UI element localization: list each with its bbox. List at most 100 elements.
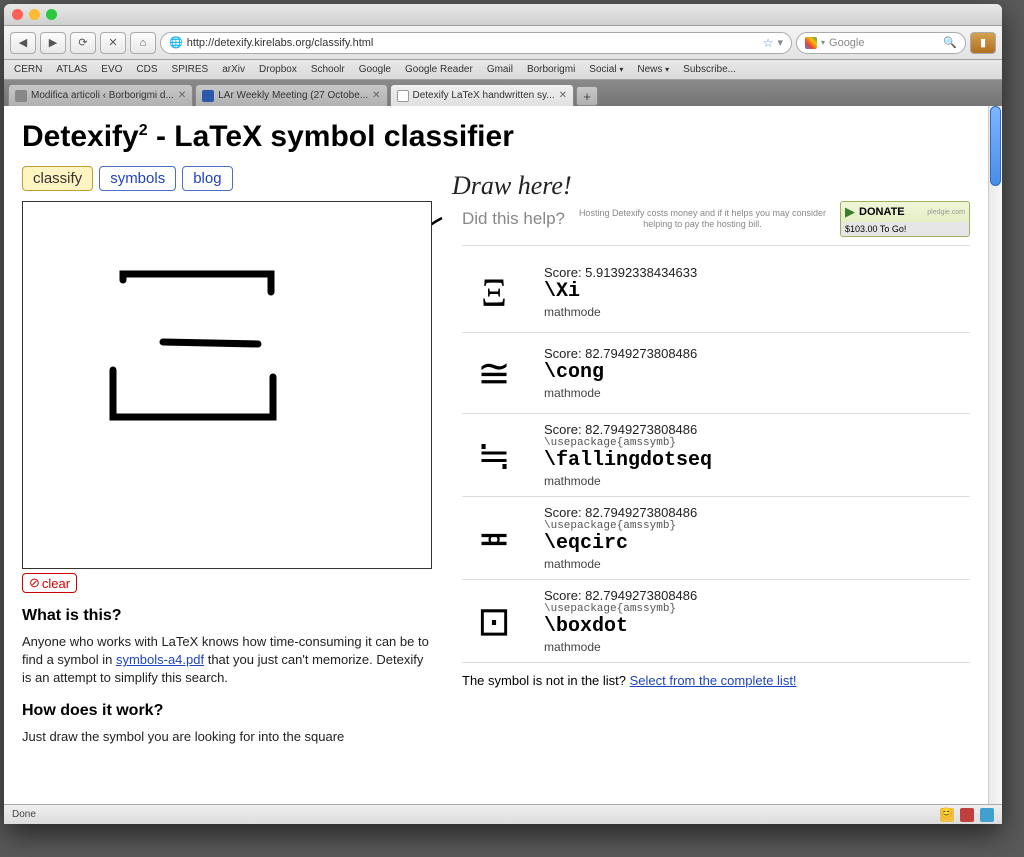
help-description: Hosting Detexify costs money and if it h… [575, 208, 830, 230]
zoom-window-icon[interactable] [46, 9, 57, 20]
bookmark-item[interactable]: Schoolr [311, 64, 345, 75]
result-symbol-icon: ≖ [462, 506, 526, 570]
favicon-icon [202, 90, 214, 102]
browser-tab[interactable]: Modifica articoli ‹ Borborigmi d...✕ [8, 84, 193, 106]
bookmark-star-icon[interactable]: ☆ [763, 36, 774, 50]
not-found-text: The symbol is not in the list? Select fr… [462, 673, 970, 688]
status-icon[interactable] [960, 808, 974, 822]
result-symbol-icon: ≅ [462, 341, 526, 405]
close-tab-icon[interactable]: ✕ [178, 90, 186, 101]
tab-classify[interactable]: classify [22, 166, 93, 191]
reload-button[interactable]: ⟳ [70, 32, 96, 54]
minimize-window-icon[interactable] [29, 9, 40, 20]
tab-bar: Modifica articoli ‹ Borborigmi d...✕ LAr… [4, 80, 1002, 106]
tab-blog[interactable]: blog [182, 166, 232, 191]
clear-icon: ⊘ [29, 575, 40, 591]
what-heading: What is this? [22, 607, 432, 625]
bookmark-item[interactable]: ATLAS [56, 64, 87, 75]
scrollbar-thumb[interactable] [990, 106, 1001, 186]
dropdown-icon[interactable]: ▾ [777, 36, 783, 49]
result-package: \usepackage{amssymb} [544, 603, 970, 615]
bookmark-item[interactable]: arXiv [222, 64, 245, 75]
drawing-canvas[interactable] [22, 201, 432, 569]
result-score: Score: 82.7949273808486 [544, 505, 970, 520]
scrollbar[interactable] [988, 106, 1002, 804]
result-mode: mathmode [544, 386, 970, 400]
result-score: Score: 82.7949273808486 [544, 422, 970, 437]
what-text: Anyone who works with LaTeX knows how ti… [22, 633, 432, 688]
result-command: \fallingdotseq [544, 449, 970, 472]
close-tab-icon[interactable]: ✕ [372, 90, 380, 101]
home-button[interactable]: ⌂ [130, 32, 156, 54]
bookmark-item[interactable]: Borborigmi [527, 64, 575, 75]
result-score: Score: 82.7949273808486 [544, 346, 970, 361]
result-symbol-icon: ≒ [462, 423, 526, 487]
result-row[interactable]: Ξ Score: 5.91392338434633 \Xi mathmode [462, 252, 970, 333]
library-button[interactable]: ▮ [970, 32, 996, 54]
how-text: Just draw the symbol you are looking for… [22, 728, 432, 746]
status-icon[interactable]: 😊 [940, 808, 954, 822]
status-icon[interactable] [980, 808, 994, 822]
search-dropdown-icon[interactable]: ▾ [821, 38, 825, 47]
did-this-help-label: Did this help? [462, 209, 565, 229]
result-score: Score: 82.7949273808486 [544, 588, 970, 603]
result-score: Score: 5.91392338434633 [544, 265, 970, 280]
close-tab-icon[interactable]: ✕ [559, 90, 567, 101]
bookmark-item[interactable]: News ▾ [637, 64, 669, 75]
browser-tab[interactable]: Detexify LaTeX handwritten sy...✕ [390, 84, 575, 106]
page-content: Detexify2 - LaTeX symbol classifier clas… [4, 106, 988, 804]
clear-button[interactable]: ⊘clear [22, 573, 77, 593]
result-row[interactable]: ⊡ Score: 82.7949273808486 \usepackage{am… [462, 580, 970, 663]
bookmark-item[interactable]: Google Reader [405, 64, 473, 75]
donate-progress: $103.00 To Go! [841, 222, 969, 236]
close-window-icon[interactable] [12, 9, 23, 20]
browser-tab[interactable]: LAr Weekly Meeting (27 Octobe...✕ [195, 84, 387, 106]
url-bar[interactable]: 🌐 http://detexify.kirelabs.org/classify.… [160, 32, 792, 54]
bookmark-item[interactable]: Google [359, 64, 391, 75]
result-package: \usepackage{amssymb} [544, 520, 970, 532]
result-symbol-icon: Ξ [462, 260, 526, 324]
result-row[interactable]: ≅ Score: 82.7949273808486 \cong mathmode [462, 333, 970, 414]
bookmark-item[interactable]: CERN [14, 64, 42, 75]
result-mode: mathmode [544, 640, 970, 654]
bookmark-item[interactable]: Social ▾ [589, 64, 623, 75]
result-row[interactable]: ≒ Score: 82.7949273808486 \usepackage{am… [462, 414, 970, 497]
drawn-symbol [23, 202, 433, 570]
window-titlebar [4, 4, 1002, 26]
search-box[interactable]: ▾ Google 🔍 [796, 32, 966, 54]
result-command: \cong [544, 361, 970, 384]
globe-icon: 🌐 [169, 36, 183, 49]
result-row[interactable]: ≖ Score: 82.7949273808486 \usepackage{am… [462, 497, 970, 580]
bookmark-item[interactable]: SPIRES [172, 64, 209, 75]
page-title: Detexify2 - LaTeX symbol classifier [22, 120, 970, 154]
how-heading: How does it work? [22, 702, 432, 720]
result-mode: mathmode [544, 474, 970, 488]
result-symbol-icon: ⊡ [462, 589, 526, 653]
bookmark-item[interactable]: Gmail [487, 64, 513, 75]
bookmark-item[interactable]: CDS [136, 64, 157, 75]
result-mode: mathmode [544, 305, 970, 319]
bookmark-item[interactable]: Subscribe... [683, 64, 736, 75]
stop-button[interactable]: ✕ [100, 32, 126, 54]
new-tab-button[interactable]: + [576, 86, 598, 106]
forward-button[interactable]: ▶ [40, 32, 66, 54]
back-button[interactable]: ◀ [10, 32, 36, 54]
draw-here-label: Draw here! [452, 171, 572, 201]
bookmark-item[interactable]: Dropbox [259, 64, 297, 75]
status-text: Done [12, 809, 36, 820]
status-bar: Done 😊 [4, 804, 1002, 824]
symbols-pdf-link[interactable]: symbols-a4.pdf [116, 652, 204, 667]
bookmark-item[interactable]: EVO [101, 64, 122, 75]
tab-symbols[interactable]: symbols [99, 166, 176, 191]
google-icon [805, 37, 817, 49]
play-icon: ▶ [845, 204, 855, 220]
search-placeholder: Google [829, 37, 864, 49]
result-command: \Xi [544, 280, 970, 303]
browser-toolbar: ◀ ▶ ⟳ ✕ ⌂ 🌐 http://detexify.kirelabs.org… [4, 26, 1002, 60]
donate-widget[interactable]: ▶ DONATE pledgie.com $103.00 To Go! [840, 201, 970, 237]
favicon-icon [15, 90, 27, 102]
magnifier-icon[interactable]: 🔍 [943, 36, 957, 49]
complete-list-link[interactable]: Select from the complete list! [630, 673, 797, 688]
url-text: http://detexify.kirelabs.org/classify.ht… [187, 37, 374, 49]
result-mode: mathmode [544, 557, 970, 571]
